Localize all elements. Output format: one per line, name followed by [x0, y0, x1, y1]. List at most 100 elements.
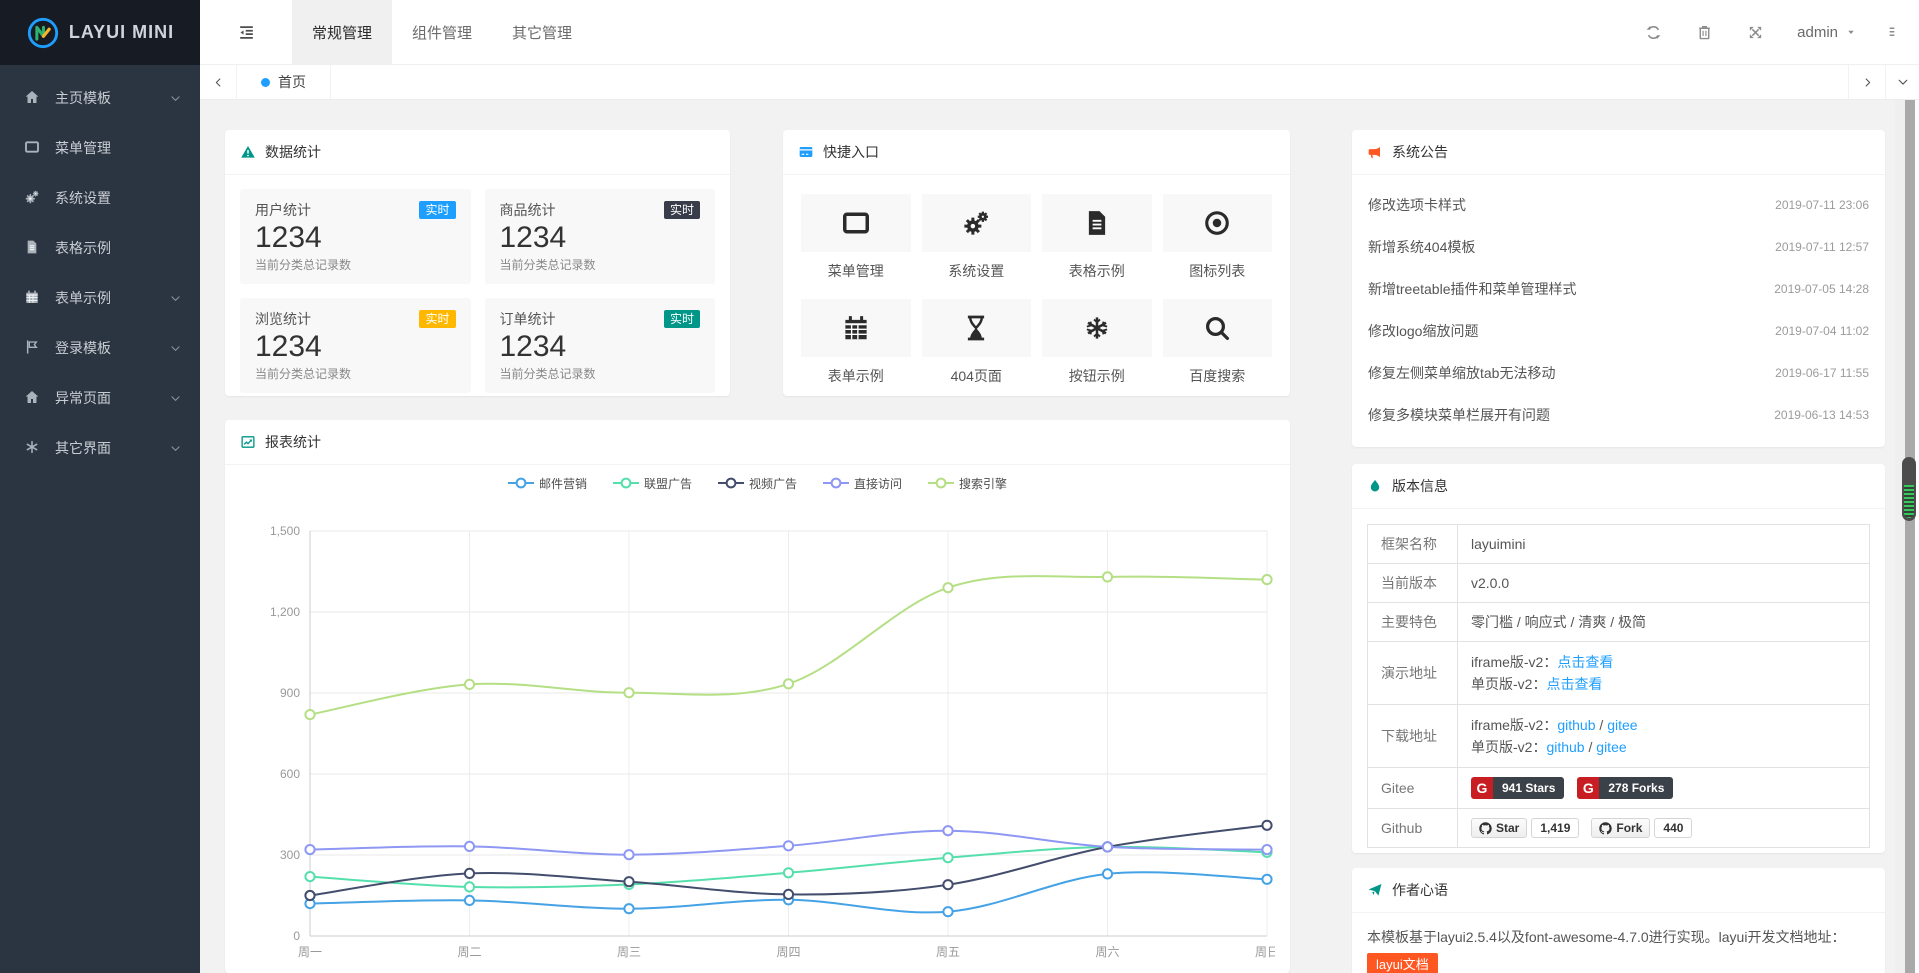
stat-label: 用户统计	[255, 200, 311, 220]
search-icon	[1163, 299, 1273, 357]
quick-entry-表单示例[interactable]: 表单示例	[801, 299, 911, 386]
chevron-down-icon	[169, 442, 182, 455]
legend-item-视频广告[interactable]: 视频广告	[718, 475, 797, 492]
stat-box-商品统计[interactable]: 商品统计实时1234当前分类总记录数	[485, 189, 716, 284]
gitee-badge[interactable]: G278 Forks	[1577, 777, 1673, 799]
chevron-down-icon	[169, 292, 182, 305]
stat-box-用户统计[interactable]: 用户统计实时1234当前分类总记录数	[240, 189, 471, 284]
tab-options-button[interactable]	[1885, 65, 1919, 99]
sidebar: LAYUI MINI 主页模板菜单管理系统设置表格示例表单示例登录模板异常页面其…	[0, 0, 200, 973]
tab-scroll-right-button[interactable]	[1848, 65, 1885, 99]
quick-entry-404页面[interactable]: 404页面	[922, 299, 1032, 386]
quick-entry-菜单管理[interactable]: 菜单管理	[801, 194, 911, 281]
more-options-icon[interactable]	[1873, 25, 1911, 39]
announcement-item[interactable]: 新增系统404模板2019-07-11 12:57	[1368, 226, 1869, 268]
user-menu[interactable]: admin	[1781, 24, 1873, 41]
link-gitee[interactable]: gitee	[1607, 717, 1637, 733]
scrollbar-track[interactable]	[1905, 100, 1915, 973]
legend-label: 视频广告	[749, 475, 797, 492]
announcement-item[interactable]: 新增treetable插件和菜单管理样式2019-07-05 14:28	[1368, 268, 1869, 310]
top-tab-组件管理[interactable]: 组件管理	[392, 0, 492, 64]
warning-icon	[240, 144, 256, 160]
announcement-item[interactable]: 修改logo缩放问题2019-07-04 11:02	[1368, 310, 1869, 352]
paper-plane-icon	[1367, 882, 1383, 898]
legend-item-联盟广告[interactable]: 联盟广告	[613, 475, 692, 492]
sidebar-item-label: 表格示例	[55, 238, 182, 258]
link-github[interactable]: github	[1557, 717, 1595, 733]
github-star-button[interactable]: Star	[1471, 818, 1527, 838]
stat-label: 订单统计	[500, 309, 556, 329]
version-row-下载地址: 下载地址iframe版-v2：github / gitee单页版-v2：gith…	[1368, 705, 1870, 768]
stat-badge: 实时	[664, 310, 700, 328]
fullscreen-icon[interactable]	[1730, 24, 1781, 41]
main-content: 数据统计 用户统计实时1234当前分类总记录数商品统计实时1234当前分类总记录…	[200, 100, 1895, 973]
svg-text:900: 900	[280, 686, 300, 700]
username: admin	[1797, 24, 1838, 41]
version-value: layuimini	[1471, 536, 1525, 552]
sidebar-item-表格示例[interactable]: 表格示例	[0, 223, 200, 273]
top-tab-其它管理[interactable]: 其它管理	[492, 0, 592, 64]
announcement-item[interactable]: 修改选项卡样式2019-07-11 23:06	[1368, 184, 1869, 226]
github-star-count[interactable]: 1,419	[1531, 818, 1579, 838]
version-value: 零门槛 / 响应式 / 清爽 / 极简	[1471, 614, 1646, 630]
vertical-scrollbar	[1895, 100, 1919, 973]
legend-item-直接访问[interactable]: 直接访问	[823, 475, 902, 492]
sidebar-item-异常页面[interactable]: 异常页面	[0, 373, 200, 423]
sidebar-item-菜单管理[interactable]: 菜单管理	[0, 123, 200, 173]
quick-entry-label: 表格示例	[1042, 261, 1152, 281]
link-点击查看[interactable]: 点击查看	[1546, 676, 1602, 692]
trash-icon[interactable]	[1679, 24, 1730, 41]
legend-item-搜索引擎[interactable]: 搜索引擎	[928, 475, 1007, 492]
legend-marker-icon	[718, 477, 744, 489]
quick-entry-图标列表[interactable]: 图标列表	[1163, 194, 1273, 281]
quick-entry-header: 快捷入口	[783, 130, 1290, 175]
sidebar-collapse-button[interactable]	[200, 0, 292, 64]
github-fork-count[interactable]: 440	[1654, 818, 1692, 838]
scrollbar-thumb[interactable]	[1902, 457, 1916, 521]
version-label: Gitee	[1368, 768, 1458, 809]
version-row-Github: GithubStar1,419Fork440	[1368, 809, 1870, 848]
page-tab-首页[interactable]: 首页	[237, 65, 331, 99]
stat-description: 当前分类总记录数	[255, 256, 456, 273]
quick-entry-系统设置[interactable]: 系统设置	[922, 194, 1032, 281]
gears-icon	[24, 189, 44, 207]
tab-scroll-left-button[interactable]	[200, 65, 237, 99]
sidebar-item-主页模板[interactable]: 主页模板	[0, 73, 200, 123]
sidebar-item-表单示例[interactable]: 表单示例	[0, 273, 200, 323]
stat-box-订单统计[interactable]: 订单统计实时1234当前分类总记录数	[485, 298, 716, 393]
quick-grid: 菜单管理系统设置表格示例图标列表表单示例404页面按钮示例百度搜索	[783, 175, 1290, 396]
credit-card-icon	[798, 144, 814, 160]
svg-text:周五: 周五	[936, 945, 960, 959]
line-chart: 03006009001,2001,500周一周二周三周四周五周六周日	[225, 498, 1290, 973]
layui-docs-badge[interactable]: layui文档	[1367, 953, 1438, 973]
link-prefix: 单页版-v2：	[1471, 676, 1546, 692]
top-tab-常规管理[interactable]: 常规管理	[292, 0, 392, 64]
announcement-list: 修改选项卡样式2019-07-11 23:06新增系统404模板2019-07-…	[1352, 175, 1885, 436]
announcement-item[interactable]: 修复左侧菜单缩放tab无法移动2019-06-17 11:55	[1368, 352, 1869, 394]
line-chart-icon	[240, 434, 256, 450]
announcement-text: 新增系统404模板	[1368, 237, 1475, 257]
link-prefix: 单页版-v2：	[1471, 739, 1546, 755]
sidebar-item-其它界面[interactable]: 其它界面	[0, 423, 200, 473]
link-gitee[interactable]: gitee	[1596, 739, 1626, 755]
quick-entry-按钮示例[interactable]: 按钮示例	[1042, 299, 1152, 386]
svg-text:0: 0	[293, 929, 300, 943]
quick-entry-百度搜索[interactable]: 百度搜索	[1163, 299, 1273, 386]
stat-box-浏览统计[interactable]: 浏览统计实时1234当前分类总记录数	[240, 298, 471, 393]
link-点击查看[interactable]: 点击查看	[1557, 654, 1613, 670]
author-line1: 本模板基于layui2.5.4以及font-awesome-4.7.0进行实现。…	[1367, 929, 1845, 945]
version-label: 当前版本	[1368, 564, 1458, 603]
gitee-badge[interactable]: G941 Stars	[1471, 777, 1564, 799]
sidebar-item-系统设置[interactable]: 系统设置	[0, 173, 200, 223]
legend-item-邮件营销[interactable]: 邮件营销	[508, 475, 587, 492]
github-fork-button[interactable]: Fork	[1591, 818, 1650, 838]
link-github[interactable]: github	[1546, 739, 1584, 755]
announcement-item[interactable]: 修复多模块菜单栏展开有问题2019-06-13 14:53	[1368, 394, 1869, 436]
quick-entry-表格示例[interactable]: 表格示例	[1042, 194, 1152, 281]
refresh-icon[interactable]	[1628, 24, 1679, 41]
announcement-text: 修复多模块菜单栏展开有问题	[1368, 405, 1550, 425]
svg-text:1,200: 1,200	[270, 605, 300, 619]
stats-grid: 用户统计实时1234当前分类总记录数商品统计实时1234当前分类总记录数浏览统计…	[225, 175, 730, 396]
sidebar-item-登录模板[interactable]: 登录模板	[0, 323, 200, 373]
svg-text:600: 600	[280, 767, 300, 781]
